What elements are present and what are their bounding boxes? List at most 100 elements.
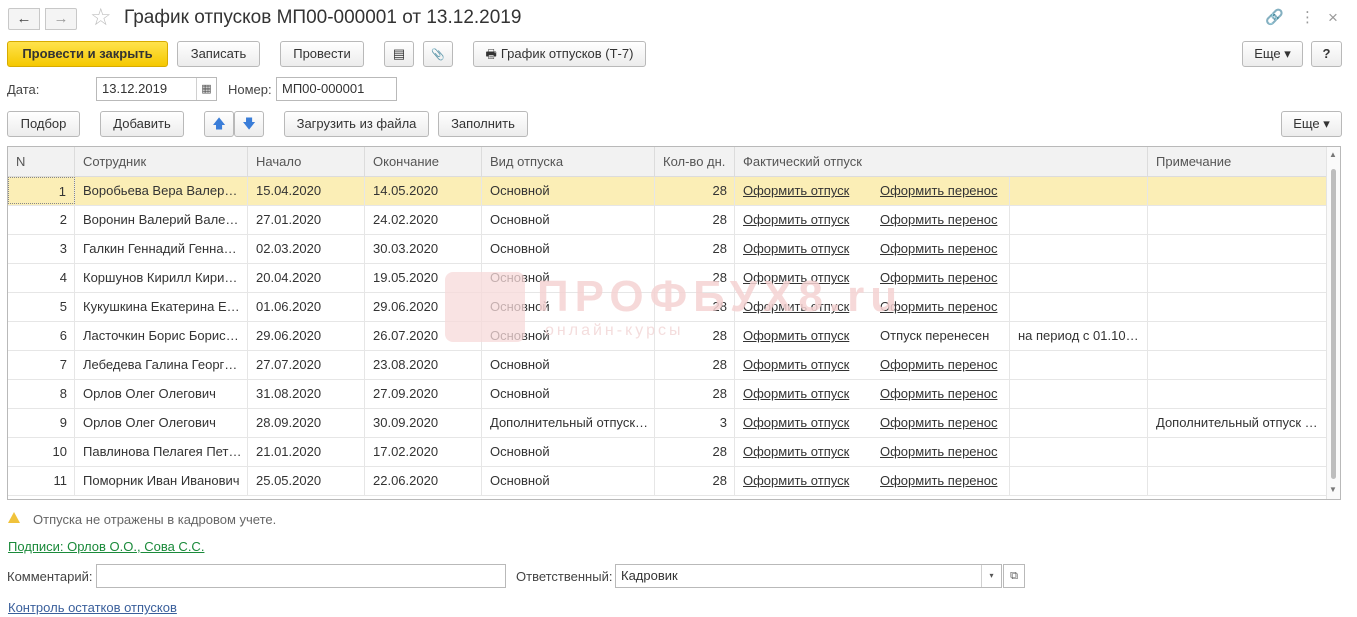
date-field[interactable]: 13.12.2019 ▦	[96, 77, 217, 101]
open-responsible-button[interactable]: ⧉	[1003, 564, 1025, 588]
scroll-down-icon[interactable]: ▼	[1329, 485, 1337, 494]
print-t7-button[interactable]: 🖶 График отпусков (Т-7)	[473, 41, 646, 67]
transfer-link[interactable]: Оформить перенос	[872, 380, 1010, 408]
column-header-type[interactable]: Вид отпуска	[482, 147, 655, 177]
transfer-link[interactable]: Оформить перенос	[872, 351, 1010, 379]
transfer-link[interactable]: Оформить перенос	[872, 438, 1010, 466]
date-value: 13.12.2019	[102, 81, 168, 96]
column-header-days[interactable]: Кол-во дн.	[655, 147, 735, 177]
number-field[interactable]: МП00-000001	[276, 77, 397, 101]
transfer-link[interactable]: Оформить перенос	[872, 264, 1010, 292]
register-vacation-link[interactable]: Оформить отпуск	[735, 235, 872, 263]
register-vacation-link[interactable]: Оформить отпуск	[735, 177, 872, 205]
list-button[interactable]: ▤	[384, 41, 414, 67]
load-from-file-button[interactable]: Загрузить из файла	[284, 111, 429, 137]
table-row[interactable]: 2 Воронин Валерий Валерьевич 27.01.2020 24.…	[8, 206, 1326, 235]
forward-button[interactable]: →	[45, 8, 77, 30]
cell-n: 11	[53, 473, 68, 488]
post-button[interactable]: Провести	[280, 41, 364, 67]
scroll-thumb[interactable]	[1331, 169, 1336, 479]
column-header-n[interactable]: N	[8, 147, 75, 177]
register-vacation-link[interactable]: Оформить отпуск	[735, 438, 872, 466]
cell-start: 27.07.2020	[256, 357, 322, 372]
save-button[interactable]: Записать	[177, 41, 260, 67]
responsible-field[interactable]: Кадровик ▾	[615, 564, 1002, 588]
title-bar: ← → ☆ График отпусков МП00-000001 от 13.…	[0, 0, 1357, 38]
table-header: N Сотрудник Начало Окончание Вид отпуска…	[8, 147, 1326, 177]
move-up-button[interactable]: 🡅	[204, 111, 234, 137]
register-vacation-link[interactable]: Оформить отпуск	[735, 467, 872, 495]
column-header-note[interactable]: Примечание	[1148, 147, 1326, 177]
register-vacation-link[interactable]: Оформить отпуск	[735, 293, 872, 321]
vacation-balance-link[interactable]: Контроль остатков отпусков	[8, 600, 177, 615]
cell-employee: Воробьева Вера Валерьевна	[83, 183, 248, 198]
table-row[interactable]: 7 Лебедева Галина Георгиевна 27.07.2020 23.…	[8, 351, 1326, 380]
post-and-close-button[interactable]: Провести и закрыть	[7, 41, 168, 67]
comment-input[interactable]	[96, 564, 506, 588]
link-icon[interactable]: 🔗	[1265, 8, 1284, 28]
transfer-link[interactable]: Оформить перенос	[872, 206, 1010, 234]
chevron-down-icon[interactable]: ▾	[981, 565, 1001, 587]
move-down-button[interactable]: 🡇	[234, 111, 264, 137]
column-header-employee[interactable]: Сотрудник	[75, 147, 248, 177]
cell-note	[1148, 467, 1326, 495]
cell-end: 14.05.2020	[373, 183, 439, 198]
cell-n: 2	[59, 212, 67, 227]
transfer-link[interactable]: Оформить перенос	[872, 467, 1010, 495]
cell-employee: Лебедева Галина Георгиевна	[83, 357, 248, 372]
add-button[interactable]: Добавить	[100, 111, 184, 137]
register-vacation-link[interactable]: Оформить отпуск	[735, 409, 872, 437]
responsible-label: Ответственный:	[516, 569, 613, 584]
favorite-star-icon[interactable]: ☆	[90, 4, 112, 32]
attachment-button[interactable]: 📎	[423, 41, 453, 67]
cell-start: 31.08.2020	[256, 386, 322, 401]
more-vertical-icon[interactable]: ⋮	[1300, 8, 1315, 28]
cell-period	[1010, 293, 1148, 321]
transfer-link[interactable]: Оформить перенос	[872, 293, 1010, 321]
page-title: График отпусков МП00-000001 от 13.12.201…	[124, 7, 522, 28]
cell-period	[1010, 264, 1148, 292]
register-vacation-link[interactable]: Оформить отпуск	[735, 351, 872, 379]
register-vacation-link[interactable]: Оформить отпуск	[735, 380, 872, 408]
cell-employee: Воронин Валерий Валерьевич	[83, 212, 248, 227]
cell-type: Дополнительный отпуск за ненормированный…	[490, 415, 655, 430]
column-header-start[interactable]: Начало	[248, 147, 365, 177]
help-button[interactable]: ?	[1311, 41, 1342, 67]
cell-n: 10	[52, 444, 67, 459]
scroll-up-icon[interactable]: ▲	[1329, 150, 1337, 159]
table-more-button[interactable]: Еще ▾	[1281, 111, 1342, 137]
table-row[interactable]: 4 Коршунов Кирилл Кириллович 20.04.2020 19.…	[8, 264, 1326, 293]
table-row[interactable]: 5 Кукушкина Екатерина Евгеньевна 01.06.202…	[8, 293, 1326, 322]
table-row[interactable]: 3 Галкин Геннадий Геннадьевич 02.03.2020 30…	[8, 235, 1326, 264]
column-header-end[interactable]: Окончание	[365, 147, 482, 177]
transfer-link[interactable]: Оформить перенос	[872, 177, 1010, 205]
cell-note	[1148, 351, 1326, 379]
vacation-schedule-table: N Сотрудник Начало Окончание Вид отпуска…	[7, 146, 1341, 500]
calendar-icon[interactable]: ▦	[196, 78, 216, 100]
table-row[interactable]: 10 Павлинова Пелагея Петровна 21.01.2020 17…	[8, 438, 1326, 467]
close-icon[interactable]: ×	[1328, 8, 1338, 28]
table-row[interactable]: 6 Ласточкин Борис Борисович 29.06.2020 26.0…	[8, 322, 1326, 351]
vertical-scrollbar[interactable]: ▲ ▼	[1326, 147, 1340, 499]
table-row[interactable]: 1 Воробьева Вера Валерьевна 15.04.2020 14.0…	[8, 177, 1326, 206]
cell-end: 26.07.2020	[373, 328, 439, 343]
cell-n: 6	[59, 328, 67, 343]
table-row[interactable]: 8 Орлов Олег Олегович 31.08.2020 27.09.2020…	[8, 380, 1326, 409]
fill-button[interactable]: Заполнить	[438, 111, 528, 137]
more-button[interactable]: Еще ▾	[1242, 41, 1303, 67]
cell-type: Основной	[490, 241, 550, 256]
cell-type: Основной	[490, 212, 550, 227]
transfer-link[interactable]: Оформить перенос	[872, 235, 1010, 263]
table-row[interactable]: 9 Орлов Олег Олегович 28.09.2020 30.09.2020…	[8, 409, 1326, 438]
select-button[interactable]: Подбор	[7, 111, 80, 137]
register-vacation-link[interactable]: Оформить отпуск	[735, 322, 872, 350]
transfer-link[interactable]: Оформить перенос	[872, 409, 1010, 437]
register-vacation-link[interactable]: Оформить отпуск	[735, 264, 872, 292]
back-button[interactable]: ←	[8, 8, 40, 30]
cell-end: 23.08.2020	[373, 357, 439, 372]
table-row[interactable]: 11 Поморник Иван Иванович 25.05.2020 22.06.…	[8, 467, 1326, 496]
column-header-actual[interactable]: Фактический отпуск	[735, 147, 1148, 177]
signatures-link[interactable]: Подписи: Орлов О.О., Сова С.С.	[8, 539, 204, 554]
cell-end: 22.06.2020	[373, 473, 439, 488]
register-vacation-link[interactable]: Оформить отпуск	[735, 206, 872, 234]
